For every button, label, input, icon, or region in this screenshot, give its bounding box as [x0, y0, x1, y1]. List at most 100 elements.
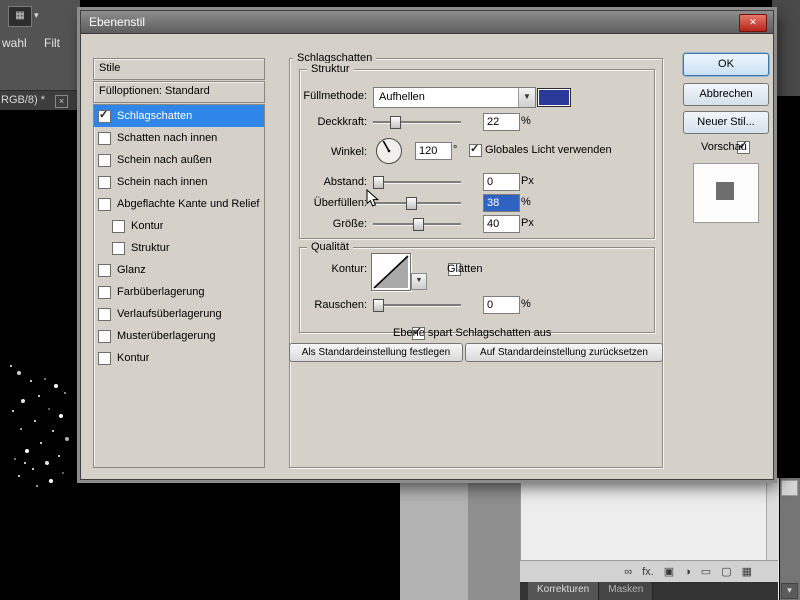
dialog-title-bar[interactable]: Ebenenstil ✕ — [81, 11, 773, 34]
style-item-label: Struktur — [131, 242, 170, 254]
angle-input[interactable]: 120 — [415, 142, 452, 160]
knockout-label: Ebene spart Schlagschatten aus — [393, 327, 552, 339]
slider-track — [373, 202, 461, 205]
blend-mode-select[interactable]: Aufhellen ▼ — [373, 87, 536, 108]
angle-unit: ° — [453, 144, 458, 156]
opacity-unit: % — [521, 115, 531, 127]
spread-label: Überfüllen: — [313, 197, 367, 209]
style-preview — [693, 163, 759, 223]
size-slider[interactable] — [373, 217, 461, 231]
style-checkbox[interactable] — [98, 307, 111, 321]
preview-label: Vorschau — [701, 141, 747, 153]
style-item[interactable]: Abgeflachte Kante und Relief — [94, 193, 264, 215]
close-icon[interactable]: ✕ — [739, 14, 767, 32]
style-checkbox[interactable] — [112, 241, 125, 255]
style-checkbox[interactable] — [98, 351, 111, 365]
layer-group-icon[interactable]: ▭ — [701, 565, 711, 578]
scrollbar-corner — [781, 480, 798, 496]
style-checkbox[interactable] — [98, 263, 111, 277]
cancel-button[interactable]: Abbrechen — [683, 83, 769, 106]
canvas-right — [772, 96, 800, 480]
scroll-down-icon[interactable]: ▾ — [781, 583, 798, 599]
size-label: Größe: — [332, 218, 367, 230]
opacity-input[interactable]: 22 — [483, 113, 520, 131]
panel-scrollbar[interactable] — [766, 478, 779, 560]
distance-input[interactable]: 0 — [483, 173, 520, 191]
panel-tab-bar: Korrekturen Masken — [520, 582, 778, 600]
style-item[interactable]: Kontur — [94, 347, 264, 369]
layer-mask-icon[interactable]: ▣ — [664, 565, 674, 578]
style-item[interactable]: Kontur — [94, 215, 264, 237]
menu-bar: ▦ ▾ wahl Filt — [0, 0, 80, 90]
adjustment-layer-icon[interactable]: ◑ — [684, 566, 691, 578]
structure-legend: Struktur — [307, 63, 354, 75]
slider-thumb[interactable] — [390, 116, 401, 129]
delete-layer-icon[interactable]: ▦ — [742, 565, 752, 578]
noise-input[interactable]: 0 — [483, 296, 520, 314]
arrange-documents-icon[interactable]: ▦ — [8, 6, 32, 27]
style-item[interactable]: Schein nach außen — [94, 149, 264, 171]
new-style-button[interactable]: Neuer Stil... — [683, 111, 769, 134]
style-checkbox[interactable] — [98, 153, 111, 167]
styles-header: Stile — [99, 62, 121, 74]
style-checkbox[interactable]: ✓ — [98, 108, 111, 123]
style-item[interactable]: Schatten nach innen — [94, 127, 264, 149]
close-document-icon[interactable]: × — [55, 95, 68, 108]
global-light-checkbox[interactable]: ✓ — [469, 143, 482, 157]
style-item-schlagschatten[interactable]: ✓ Schlagschatten — [94, 105, 264, 127]
tab-korrekturen[interactable]: Korrekturen — [528, 582, 600, 600]
distance-unit: Px — [521, 175, 534, 187]
opacity-label: Deckkraft: — [317, 116, 367, 128]
style-item[interactable]: Struktur — [94, 237, 264, 259]
link-layers-icon[interactable]: ∞ — [624, 566, 632, 578]
spread-slider[interactable] — [373, 196, 461, 210]
style-checkbox[interactable] — [112, 219, 125, 233]
new-layer-icon[interactable]: ▢ — [721, 565, 731, 578]
check-icon: ✓ — [99, 108, 109, 121]
opacity-slider[interactable] — [373, 115, 461, 129]
styles-header-box: Stile — [93, 58, 265, 80]
style-item-label: Schein nach außen — [117, 154, 212, 166]
blending-options-item[interactable]: Fülloptionen: Standard — [93, 81, 265, 103]
style-checkbox[interactable] — [98, 285, 111, 299]
size-input[interactable]: 40 — [483, 215, 520, 233]
document-tab[interactable]: RGB/8) * — [1, 94, 45, 106]
style-item-label: Verlaufsüberlagerung — [117, 308, 222, 320]
noise-slider[interactable] — [373, 298, 461, 312]
style-checkbox[interactable] — [98, 131, 111, 145]
layers-panel-toolbar: ∞ fx. ▣ ◑ ▭ ▢ ▦ — [520, 560, 778, 582]
style-item[interactable]: Glanz — [94, 259, 264, 281]
shadow-color-swatch[interactable] — [537, 88, 571, 107]
ok-button[interactable]: OK — [683, 53, 769, 76]
slider-track — [373, 181, 461, 184]
layer-style-dialog: Ebenenstil ✕ Stile Fülloptionen: Standar… — [80, 10, 774, 480]
spread-input[interactable]: 38 — [483, 194, 520, 212]
style-checkbox[interactable] — [98, 329, 111, 343]
reset-default-button[interactable]: Auf Standardeinstellung zurücksetzen — [465, 343, 663, 362]
layer-effects-icon[interactable]: fx. — [642, 566, 654, 578]
contour-dropdown-icon[interactable]: ▼ — [411, 273, 427, 290]
style-item[interactable]: Verlaufsüberlagerung — [94, 303, 264, 325]
make-default-button[interactable]: Als Standardeinstellung festlegen — [289, 343, 463, 362]
chevron-down-icon[interactable]: ▼ — [518, 88, 535, 107]
distance-slider[interactable] — [373, 175, 461, 189]
slider-thumb[interactable] — [373, 176, 384, 189]
style-item[interactable]: Farbüberlagerung — [94, 281, 264, 303]
style-item[interactable]: Musterüberlagerung — [94, 325, 264, 347]
tab-masken[interactable]: Masken — [599, 582, 654, 600]
style-checkbox[interactable] — [98, 175, 111, 189]
slider-thumb[interactable] — [373, 299, 384, 312]
slider-thumb[interactable] — [406, 197, 417, 210]
distance-label: Abstand: — [323, 176, 367, 188]
contour-picker[interactable] — [371, 253, 411, 291]
style-checkbox[interactable] — [98, 197, 111, 211]
menu-item-filter[interactable]: Filt — [44, 36, 60, 50]
app-scrollbar[interactable] — [780, 478, 800, 600]
photoshop-app: ▦ ▾ wahl Filt RGB/8) * × ∞ fx. ▣ ◑ ▭ ▢ ▦… — [0, 0, 800, 600]
menu-item-auswahl[interactable]: wahl — [2, 36, 27, 50]
size-unit: Px — [521, 217, 534, 229]
slider-track — [373, 121, 461, 124]
angle-dial[interactable] — [375, 137, 403, 165]
slider-thumb[interactable] — [413, 218, 424, 231]
style-item[interactable]: Schein nach innen — [94, 171, 264, 193]
